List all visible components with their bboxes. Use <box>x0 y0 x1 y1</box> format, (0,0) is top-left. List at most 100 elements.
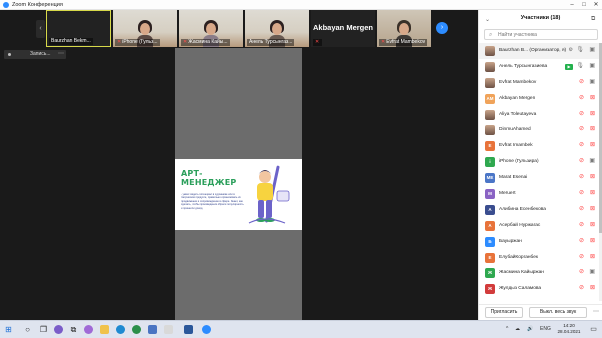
tray-expand-icon[interactable]: ^ <box>506 326 508 333</box>
video-tile[interactable]: Анель Турсынгаз... <box>245 10 309 47</box>
video-tile[interactable]: ✕Evfrat Mambekov <box>377 10 431 47</box>
chrome-icon[interactable] <box>132 325 141 334</box>
shared-screen: АРТ- МЕНЕДЖЕР - умеет видеть потенциал в… <box>175 48 302 322</box>
zoom-icon[interactable] <box>202 325 211 334</box>
more-options-icon[interactable]: ⋯ <box>593 308 599 317</box>
mic-muted-icon[interactable]: ⊘ <box>579 238 584 245</box>
mic-muted-icon[interactable]: ⊘ <box>579 126 584 133</box>
video-on-icon[interactable]: ▣ <box>589 79 595 86</box>
participant-row[interactable]: DinmuAhamed ⊘ ⊠ <box>479 122 602 138</box>
video-off-icon[interactable]: ⊠ <box>590 142 595 149</box>
video-off-icon[interactable]: ⊠ <box>590 285 595 292</box>
participant-name: Marat Esenai <box>499 175 528 181</box>
participant-search[interactable]: ⌕ <box>484 29 598 40</box>
edge-icon[interactable] <box>116 325 125 334</box>
close-window-button[interactable]: ✕ <box>590 0 602 10</box>
participant-row[interactable]: Evfrat Mambekov ⊘ ▣ <box>479 75 602 91</box>
participant-row[interactable]: Ж Жасмина Кайыржан ⊘ ▣ <box>479 265 602 281</box>
participant-row[interactable]: Б Бауыржан ⊘ ⊠ <box>479 234 602 250</box>
mic-muted-icon[interactable]: ⊘ <box>579 190 584 197</box>
participant-row[interactable]: Baurzhan B... (Организатор, я) ⚙ 🎙 ▣ <box>479 43 602 59</box>
mic-muted-icon[interactable]: ⊘ <box>579 254 584 261</box>
participant-row[interactable]: Aliya Toleutayeva ⊘ ⊠ <box>479 107 602 123</box>
mic-muted-icon[interactable]: ⊘ <box>579 95 584 102</box>
participant-row[interactable]: M Meruert ⊘ ⊠ <box>479 186 602 202</box>
mic-muted-icon[interactable]: ⊘ <box>579 79 584 86</box>
taskbar-clock[interactable]: 14:20 28.04.2021 <box>552 323 586 335</box>
video-off-icon[interactable]: ⊠ <box>590 222 595 229</box>
tile-name: ✕iPhone (Гульз... <box>115 39 160 46</box>
notifications-icon[interactable]: ▭ <box>588 324 599 335</box>
recording-indicator[interactable]: Запись... ⋯ <box>4 50 66 59</box>
video-tile[interactable]: Baurzhan Bekm... <box>46 10 111 47</box>
language-indicator[interactable]: ENG <box>540 326 551 333</box>
mic-muted-icon[interactable]: ⊘ <box>579 111 584 118</box>
video-on-icon[interactable]: ▣ <box>589 158 595 165</box>
participant-row[interactable]: Ж Жулдыз Саламова ⊘ ⊠ <box>479 281 602 297</box>
widgets-icon[interactable]: ⧉ <box>68 324 79 335</box>
store-icon[interactable] <box>148 325 157 334</box>
mute-all-button[interactable]: Выкл. весь звук <box>529 307 587 318</box>
host-options-icon[interactable]: ⚙ <box>569 47 573 54</box>
mic-muted-icon[interactable]: ⊘ <box>579 206 584 213</box>
maximize-button[interactable]: □ <box>578 0 590 10</box>
calendar-icon[interactable] <box>164 325 173 334</box>
volume-icon[interactable]: 🔊 <box>527 326 533 333</box>
participant-name: Baurzhan B... (Организатор, я) <box>499 48 567 53</box>
video-tile[interactable]: ✕Жасмина Кайы... <box>179 10 243 47</box>
mic-muted-icon[interactable]: ⊘ <box>579 269 584 276</box>
video-on-icon[interactable]: ▣ <box>589 269 595 276</box>
mic-muted-icon[interactable]: ⊘ <box>579 285 584 292</box>
avatar <box>485 77 495 88</box>
onedrive-icon[interactable]: ☁ <box>515 326 520 333</box>
recording-more-icon[interactable]: ⋯ <box>58 50 64 59</box>
participant-name: Бауыржан <box>499 238 522 244</box>
participant-row[interactable]: Анель Турсынгазиева ▶ 🎙 ▣ <box>479 59 602 75</box>
chevron-right-icon[interactable]: › <box>436 22 448 34</box>
video-on-icon[interactable]: ▣ <box>589 47 595 54</box>
invite-button[interactable]: Пригласить <box>485 307 523 318</box>
task-view-icon[interactable]: ❐ <box>38 324 49 335</box>
minimize-button[interactable]: – <box>566 0 578 10</box>
windows-taskbar: ⊞ ○ ❐ ⧉ ^ ☁ 🔊 ENG 14:20 28.04.2021 ▭ <box>0 320 602 338</box>
mic-muted-icon[interactable]: ⊘ <box>579 222 584 229</box>
search-input[interactable] <box>498 31 594 39</box>
participants-footer: Пригласить Выкл. весь звук ⋯ <box>479 304 602 320</box>
video-on-icon[interactable]: ▣ <box>589 63 595 70</box>
video-off-icon[interactable]: ⊠ <box>590 95 595 102</box>
participant-row[interactable]: А Асербай Нуржагас ⊘ ⊠ <box>479 218 602 234</box>
mic-muted-icon[interactable]: ⊘ <box>579 174 584 181</box>
mic-on-icon[interactable]: 🎙 <box>576 63 584 70</box>
participant-row[interactable]: AM Akbayan Mergen ⊘ ⊠ <box>479 91 602 107</box>
video-off-icon[interactable]: ⊠ <box>590 190 595 197</box>
participant-row[interactable]: ME Marat Esenai ⊘ ⊠ <box>479 170 602 186</box>
mic-muted-icon[interactable]: ⊘ <box>579 142 584 149</box>
word-icon[interactable] <box>184 325 193 334</box>
screen-share-icon: ▶ <box>565 63 573 70</box>
popout-icon[interactable]: ⧉ <box>591 16 595 23</box>
windows-start-icon[interactable]: ⊞ <box>3 324 14 335</box>
tile-name-text: Evfrat Mambekov <box>386 39 426 45</box>
participant-row[interactable]: E Evfrat Imambek ⊘ ⊠ <box>479 138 602 154</box>
explorer-icon[interactable] <box>100 325 109 334</box>
video-off-icon[interactable]: ⊠ <box>590 206 595 213</box>
mic-muted-icon[interactable]: ⊘ <box>579 158 584 165</box>
participant-row[interactable]: А Алибина Есенбекова ⊘ ⊠ <box>479 202 602 218</box>
video-tile[interactable]: Akbayan Mergen ✕ <box>311 10 375 47</box>
participant-row[interactable]: Е ЕлубайКорганбек ⊘ ⊠ <box>479 250 602 266</box>
mic-muted-icon: ✕ <box>183 39 188 45</box>
teams-icon[interactable] <box>84 325 93 334</box>
chevron-left-icon[interactable]: ‹ <box>36 20 45 38</box>
participant-name: Алибина Есенбекова <box>499 206 546 212</box>
video-off-icon[interactable]: ⊠ <box>590 111 595 118</box>
search-icon[interactable]: ○ <box>22 324 33 335</box>
video-off-icon[interactable]: ⊠ <box>590 254 595 261</box>
video-tile[interactable]: ✕iPhone (Гульз... <box>113 10 177 47</box>
video-off-icon[interactable]: ⊠ <box>590 126 595 133</box>
participant-row[interactable]: i iPhone (Гульзира) ⊘ ▣ <box>479 154 602 170</box>
avatar: Б <box>485 236 495 247</box>
mic-on-icon[interactable]: 🎙 <box>576 47 584 54</box>
chat-icon[interactable] <box>54 325 63 334</box>
video-off-icon[interactable]: ⊠ <box>590 238 595 245</box>
video-off-icon[interactable]: ⊠ <box>590 174 595 181</box>
